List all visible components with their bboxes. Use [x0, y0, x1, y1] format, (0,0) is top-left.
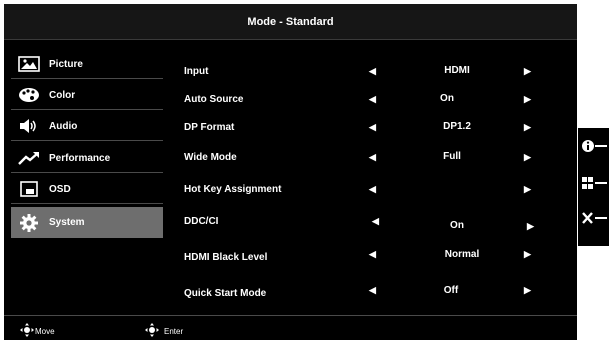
setting-value: Full	[443, 151, 461, 162]
arrow-left-icon[interactable]: ◀	[369, 249, 376, 260]
setting-label: HDMI Black Level	[184, 252, 268, 263]
osd-menu: Mode - Standard Picture Color Audio Perf…	[4, 4, 577, 340]
setting-hot-key-assignment[interactable]: Hot Key Assignment ◀ ▶	[184, 180, 544, 200]
setting-hdmi-black-level[interactable]: HDMI Black Level ◀ Normal ▶	[184, 248, 544, 268]
enter-label: Enter	[164, 326, 184, 336]
hotkey-info[interactable]	[581, 138, 607, 159]
sidebar-item-performance[interactable]: Performance	[11, 144, 163, 173]
joystick-move-icon	[19, 323, 35, 339]
picture-icon	[17, 55, 41, 73]
sidebar-item-osd[interactable]: OSD	[11, 175, 163, 204]
arrow-right-icon[interactable]: ▶	[527, 221, 534, 232]
sidebar-item-audio[interactable]: Audio	[11, 112, 163, 141]
setting-value: HDMI	[444, 65, 470, 76]
grid-icon	[581, 177, 607, 195]
arrow-right-icon[interactable]: ▶	[524, 66, 531, 77]
enter-hint: Enter	[144, 323, 183, 339]
sidebar-item-color[interactable]: Color	[11, 81, 163, 110]
sidebar-item-picture[interactable]: Picture	[11, 50, 163, 79]
sidebar-item-label: System	[49, 217, 85, 228]
setting-label: Wide Mode	[184, 152, 237, 163]
osd-window-icon	[17, 180, 41, 198]
arrow-right-icon[interactable]: ▶	[524, 152, 531, 163]
sidebar-item-label: Color	[49, 89, 76, 101]
arrow-right-icon[interactable]: ▶	[524, 94, 531, 105]
setting-value: DP1.2	[443, 121, 471, 132]
arrow-right-icon[interactable]: ▶	[524, 249, 531, 260]
palette-icon	[17, 86, 41, 104]
setting-label: Auto Source	[184, 94, 244, 105]
setting-auto-source[interactable]: Auto Source ◀ On ▶	[184, 90, 544, 110]
setting-value: On	[450, 220, 464, 231]
footer-hints: Move Enter	[4, 315, 577, 341]
sidebar-item-label: Picture	[49, 58, 83, 70]
sidebar-item-label: OSD	[49, 183, 71, 195]
trend-up-icon	[17, 149, 41, 167]
title-bar: Mode - Standard	[4, 4, 577, 40]
setting-label: DDC/CI	[184, 216, 219, 227]
setting-value: Off	[443, 285, 459, 296]
arrow-left-icon[interactable]: ◀	[369, 94, 376, 105]
arrow-left-icon[interactable]: ◀	[369, 184, 376, 195]
page-title: Mode - Standard	[247, 15, 334, 28]
close-icon	[581, 212, 607, 230]
move-hint: Move	[19, 323, 55, 339]
arrow-left-icon[interactable]: ◀	[369, 152, 376, 163]
arrow-right-icon[interactable]: ▶	[524, 285, 531, 296]
setting-quick-start-mode[interactable]: Quick Start Mode ◀ Off ▶	[184, 284, 544, 304]
hotkey-panel	[578, 128, 609, 246]
setting-value: On	[440, 93, 454, 104]
setting-label: DP Format	[184, 122, 235, 133]
setting-value: Normal	[444, 249, 480, 260]
hotkey-close[interactable]	[581, 210, 607, 231]
sidebar-item-system[interactable]: System	[11, 207, 163, 238]
arrow-left-icon[interactable]: ◀	[369, 66, 376, 77]
setting-label: Quick Start Mode	[184, 288, 267, 299]
setting-label: Input	[184, 66, 209, 77]
setting-input[interactable]: Input ◀ HDMI ▶	[184, 62, 544, 82]
joystick-enter-icon	[144, 323, 160, 339]
speaker-icon	[17, 117, 41, 135]
move-label: Move	[35, 326, 55, 336]
arrow-right-icon[interactable]: ▶	[524, 122, 531, 133]
arrow-right-icon[interactable]: ▶	[524, 184, 531, 195]
gear-icon	[17, 213, 41, 232]
setting-label: Hot Key Assignment	[184, 184, 282, 195]
arrow-left-icon[interactable]: ◀	[369, 285, 376, 296]
sidebar-item-label: Performance	[49, 152, 111, 164]
arrow-left-icon[interactable]: ◀	[372, 216, 379, 227]
setting-dp-format[interactable]: DP Format ◀ DP1.2 ▶	[184, 118, 544, 138]
setting-wide-mode[interactable]: Wide Mode ◀ Full ▶	[184, 148, 544, 168]
info-icon	[581, 140, 607, 158]
arrow-left-icon[interactable]: ◀	[369, 122, 376, 133]
setting-ddc-ci[interactable]: DDC/CI ◀ On ▶	[184, 212, 544, 232]
hotkey-grid[interactable]	[581, 175, 607, 196]
sidebar-item-label: Audio	[49, 120, 78, 132]
